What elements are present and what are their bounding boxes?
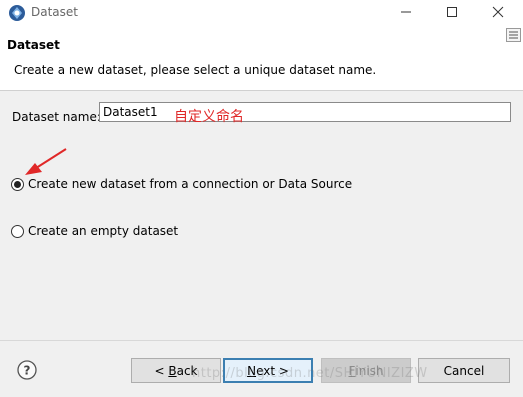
watermark-text: http://blog.csdn.net/SHIYUNIZIZW: [192, 366, 428, 381]
radio-button[interactable]: [11, 224, 24, 238]
svg-text:?: ?: [24, 364, 31, 378]
annotation-text: 自定义命名: [174, 109, 244, 125]
window-title: Dataset: [31, 5, 78, 19]
eclipse-icon: [9, 5, 25, 21]
close-button[interactable]: [476, 0, 520, 24]
back-prefix: <: [154, 363, 169, 378]
option-empty-dataset[interactable]: Create an empty dataset: [11, 224, 178, 238]
minimize-button[interactable]: [384, 0, 428, 24]
help-icon[interactable]: ?: [17, 360, 37, 380]
radio-button[interactable]: [11, 177, 24, 191]
menu-icon[interactable]: [506, 28, 521, 42]
page-description: Create a new dataset, please select a un…: [14, 63, 377, 77]
option-from-connection[interactable]: Create new dataset from a connection or …: [11, 177, 352, 191]
red-arrow-annotation: [25, 148, 67, 175]
dataset-name-label: Dataset name:: [12, 110, 101, 124]
back-mnemonic: B: [168, 363, 177, 378]
maximize-button[interactable]: [430, 0, 474, 24]
minimize-icon: [401, 11, 411, 13]
close-icon: [492, 6, 504, 18]
option-label: Create new dataset from a connection or …: [28, 177, 353, 191]
wizard-header: Dataset Create a new dataset, please sel…: [0, 26, 523, 91]
footer-divider: [0, 340, 523, 341]
dataset-name-input[interactable]: [99, 102, 511, 122]
page-title: Dataset: [7, 38, 60, 52]
title-bar: Dataset: [0, 0, 523, 26]
option-label: Create an empty dataset: [28, 224, 179, 238]
maximize-icon: [447, 7, 457, 17]
cancel-button[interactable]: Cancel: [418, 358, 510, 383]
